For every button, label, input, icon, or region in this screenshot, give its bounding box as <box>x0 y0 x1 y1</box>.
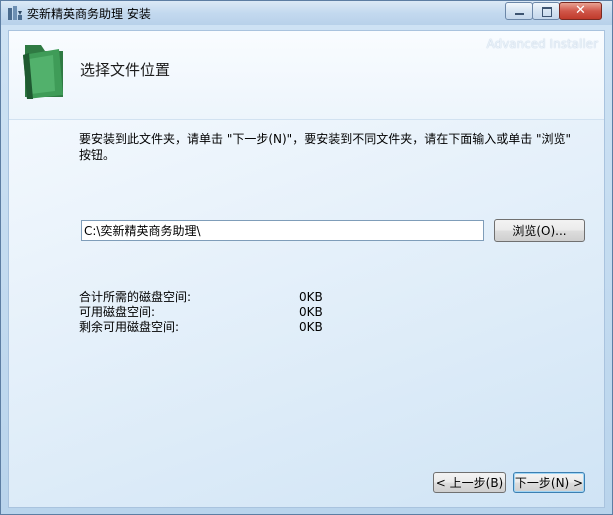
required-space-value: 0KB <box>299 290 323 304</box>
maximize-button[interactable] <box>532 2 560 20</box>
back-button[interactable]: < 上一步(B) <box>433 472 506 493</box>
browse-button[interactable]: 浏览(O)... <box>494 219 585 242</box>
minimize-button[interactable] <box>505 2 533 20</box>
remaining-space-value: 0KB <box>299 320 323 334</box>
folder-icon <box>23 45 63 99</box>
dialog-content: 选择文件位置 Advanced Installer 要安装到此文件夹，请单击 "… <box>8 30 605 508</box>
available-space-value: 0KB <box>299 305 323 319</box>
install-path-input[interactable] <box>81 220 484 241</box>
installer-window: 奕新精英商务助理 安装 ✕ 选择文件位置 Advanced Installer … <box>0 0 613 515</box>
instruction-text: 要安装到此文件夹，请单击 "下一步(N)"，要安装到不同文件夹，请在下面输入或单… <box>79 132 572 162</box>
required-space-label: 合计所需的磁盘空间: <box>79 290 192 304</box>
dialog-header: 选择文件位置 Advanced Installer <box>9 31 604 120</box>
page-title: 选择文件位置 <box>80 61 171 79</box>
advanced-installer-watermark: Advanced Installer <box>486 37 598 51</box>
available-space-label: 可用磁盘空间: <box>79 305 156 319</box>
window-title: 奕新精英商务助理 安装 <box>27 7 151 21</box>
installer-app-icon <box>8 6 22 20</box>
title-bar[interactable]: 奕新精英商务助理 安装 ✕ <box>1 1 612 25</box>
close-icon: ✕ <box>575 3 586 18</box>
next-button[interactable]: 下一步(N) > <box>513 472 585 493</box>
remaining-space-label: 剩余可用磁盘空间: <box>79 320 180 334</box>
close-button[interactable]: ✕ <box>559 2 602 20</box>
